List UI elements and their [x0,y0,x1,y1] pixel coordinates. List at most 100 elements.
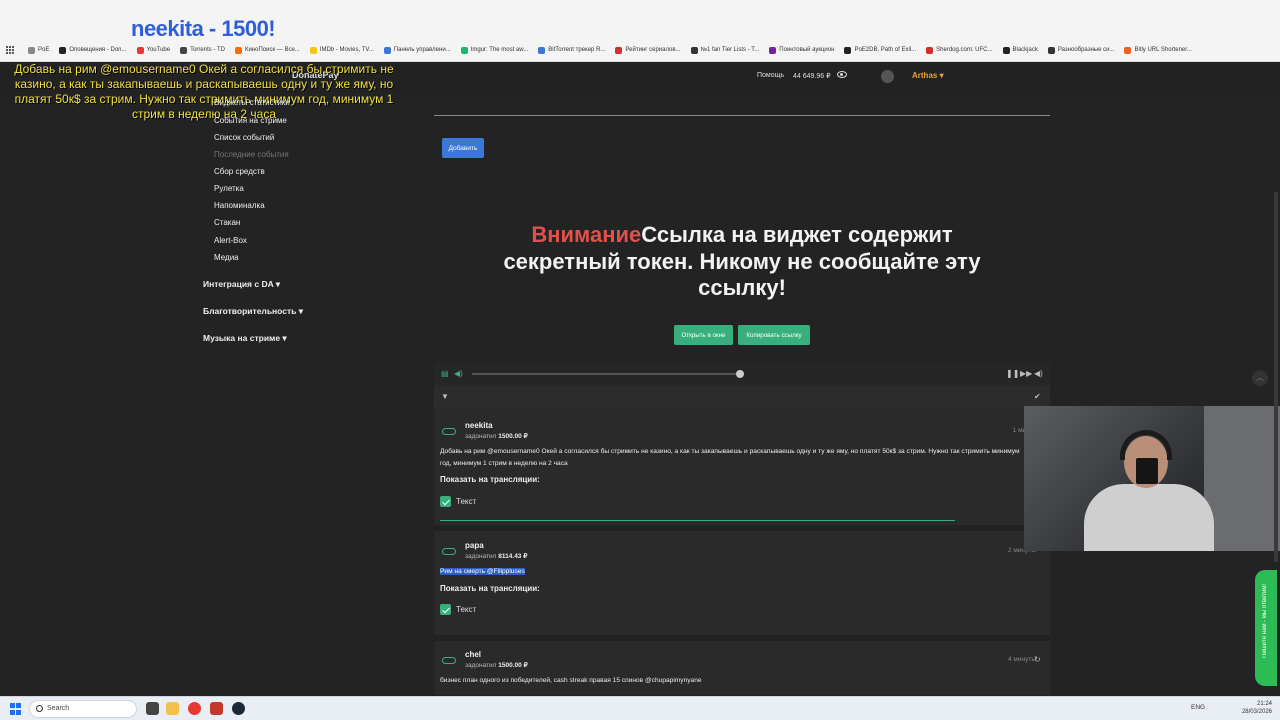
donation-amount: задонатил 1500.00 ₽ [465,662,528,669]
bookmark-favicon-icon [769,46,777,54]
stream-overlay-title: neekita - 1500! [131,16,276,41]
sidebar-item-stream-events[interactable]: События на стриме [214,116,287,125]
sidebar-item-media[interactable]: Медиа [214,253,239,262]
bookmark-item[interactable]: Blackjack [1002,46,1038,54]
bookmark-favicon-icon [59,46,67,54]
avatar[interactable] [881,70,894,83]
bookmark-favicon-icon [28,46,35,54]
eye-icon[interactable] [837,71,847,78]
text-checkbox[interactable] [440,604,451,615]
bookmark-item[interactable]: BitTorrent трекер R... [538,46,605,54]
sidebar-item-alert-box[interactable]: Alert-Box [214,236,247,245]
bookmark-item[interactable]: Поинтовый аукцион [769,46,834,54]
taskbar: Search ENG 21:24 28/03/2026 [0,696,1280,720]
bookmark-item[interactable]: Bitly URL Shortener... [1124,46,1192,54]
clock[interactable]: 21:24 28/03/2026 [1232,700,1272,716]
text-checkbox-label: Текст [456,497,477,506]
replay-icon[interactable]: ↻ [1034,656,1041,664]
bookmark-favicon-icon [1047,46,1055,54]
donor-name: chel [465,650,482,659]
clock-date: 28/03/2026 [1241,709,1272,715]
scrollbar[interactable] [1274,192,1278,562]
text-checkbox-label: Текст [456,605,477,614]
check-all-icon[interactable]: ✔ [1034,393,1041,401]
progress-handle[interactable] [736,370,744,378]
skip-icon[interactable]: ▶▶ [1020,370,1032,378]
donation-message: Добавь на рим @emousername0 Окей а согла… [440,448,1020,467]
volume-icon[interactable]: ◀) [454,370,463,378]
list-item: chel задонатил 1500.00 ₽ 4 минуты ↻ бизн… [434,644,1050,695]
event-progress-bar [440,520,955,521]
taskbar-search[interactable]: Search [29,700,137,718]
bookmark-favicon-icon [383,46,391,54]
balance-value: 44 649.96 ₽ [793,73,831,80]
donation-message: Рим на смерть @Filippluses [440,568,525,575]
sidebar-item-stats-widgets[interactable]: Виджеты статистики [214,98,290,107]
language-indicator[interactable]: ENG [1191,704,1205,711]
scroll-up-icon[interactable]: ︿ [1252,370,1268,386]
bookmark-item[interactable]: PoE2DB, Path of Exil... [844,46,916,54]
donatepay-mark-icon [442,657,456,664]
progress-track[interactable] [472,373,740,375]
sidebar-section-stream-music[interactable]: Музыка на стриме ▾ [203,333,287,344]
event-separator [434,635,1050,641]
sidebar-item-glass[interactable]: Стакан [214,218,240,227]
events-widget: ▤ ◀) ❚❚ ▶▶ ◀) ▼ ✔ neekita задонатил 1500… [434,363,1050,695]
copy-link-button[interactable]: Копировать ссылку [738,325,810,345]
show-on-stream-label: Показать на трансляции: [440,475,540,484]
widget-link-warning: ВниманиеСсылка на виджет содержит секрет… [470,222,1014,302]
webcam-overlay [1024,406,1280,551]
sidebar-item-reminder[interactable]: Напоминалка [214,201,265,210]
task-view-icon[interactable] [146,702,159,715]
user-menu[interactable]: Arthas ▾ [912,71,944,80]
list-item: papa задонатил 8114.43 ₽ 2 минуты Рим на… [434,535,1050,635]
bookmark-item[interactable]: Torrents - TD [180,46,225,54]
bookmark-favicon-icon [180,46,188,54]
sidebar-item-roulette[interactable]: Рулетка [214,184,244,193]
open-in-window-button[interactable]: Открыть в окне [674,325,733,345]
support-chat-label[interactable]: Пишите нам - мы ответим! [1262,584,1272,658]
donor-name: neekita [465,421,493,430]
chrome-icon[interactable] [188,702,201,715]
youtube-icon [136,46,144,54]
bookmark-item[interactable]: IMDb - Movies, TV... [309,46,374,54]
add-button[interactable]: Добавить [442,138,484,158]
bookmark-item[interactable]: КиноПоиск — Все... [235,46,300,54]
windows-start-icon[interactable] [10,703,22,715]
donatepay-mark-icon [442,428,456,435]
pause-icon[interactable]: ❚❚ [1006,370,1019,378]
divider [434,115,1050,116]
app-icon[interactable] [210,702,223,715]
sidebar-item-fundraising[interactable]: Сбор средств [214,167,265,176]
bookmark-item[interactable]: Imgur: The most aw... [460,46,528,54]
bookmark-item[interactable]: YouTube [136,46,170,54]
bookmark-item[interactable]: PoE [28,46,49,54]
bookmark-item[interactable]: Sherdog.com: UFC... [926,46,993,54]
help-link[interactable]: Помощь [757,72,784,79]
donor-name: papa [465,541,484,550]
bookmark-item[interactable]: Рейтинг сериалов... [615,46,681,54]
sidebar-item-recent-events[interactable]: Последние события [214,150,289,159]
filter-icon[interactable]: ▼ [441,393,449,401]
sidebar-section-da-integration[interactable]: Интеграция с DA ▾ [203,279,280,290]
bookmark-item[interactable]: №1 fan Tier Lists - T... [690,46,759,54]
imgur-icon [460,46,468,54]
apps-grid-icon[interactable] [6,46,14,54]
bookmarks-bar: PoE Оповещения - Don... YouTube Torrents… [0,42,1280,58]
text-checkbox[interactable] [440,496,451,507]
file-explorer-icon[interactable] [166,702,179,715]
bookmark-item[interactable]: Панель управлени... [383,46,451,54]
speaker-icon[interactable]: ◀) [1034,370,1043,378]
filter-row: ▼ ✔ [434,387,1050,407]
sidebar-section-charity[interactable]: Благотворительность ▾ [203,306,303,317]
widget-icon[interactable]: ▤ [441,370,449,378]
search-label: Search [47,705,70,712]
bookmark-favicon-icon [538,46,546,54]
bookmark-item[interactable]: Разнообразные си... [1047,46,1114,54]
sidebar-item-event-list[interactable]: Список событий [214,133,274,142]
steam-icon[interactable] [232,702,245,715]
donation-message: бизнес план одного из победителей, cash … [440,677,702,684]
show-on-stream-label: Показать на трансляции: [440,584,540,593]
bookmark-favicon-icon [690,46,698,54]
bookmark-item[interactable]: Оповещения - Don... [59,46,127,54]
